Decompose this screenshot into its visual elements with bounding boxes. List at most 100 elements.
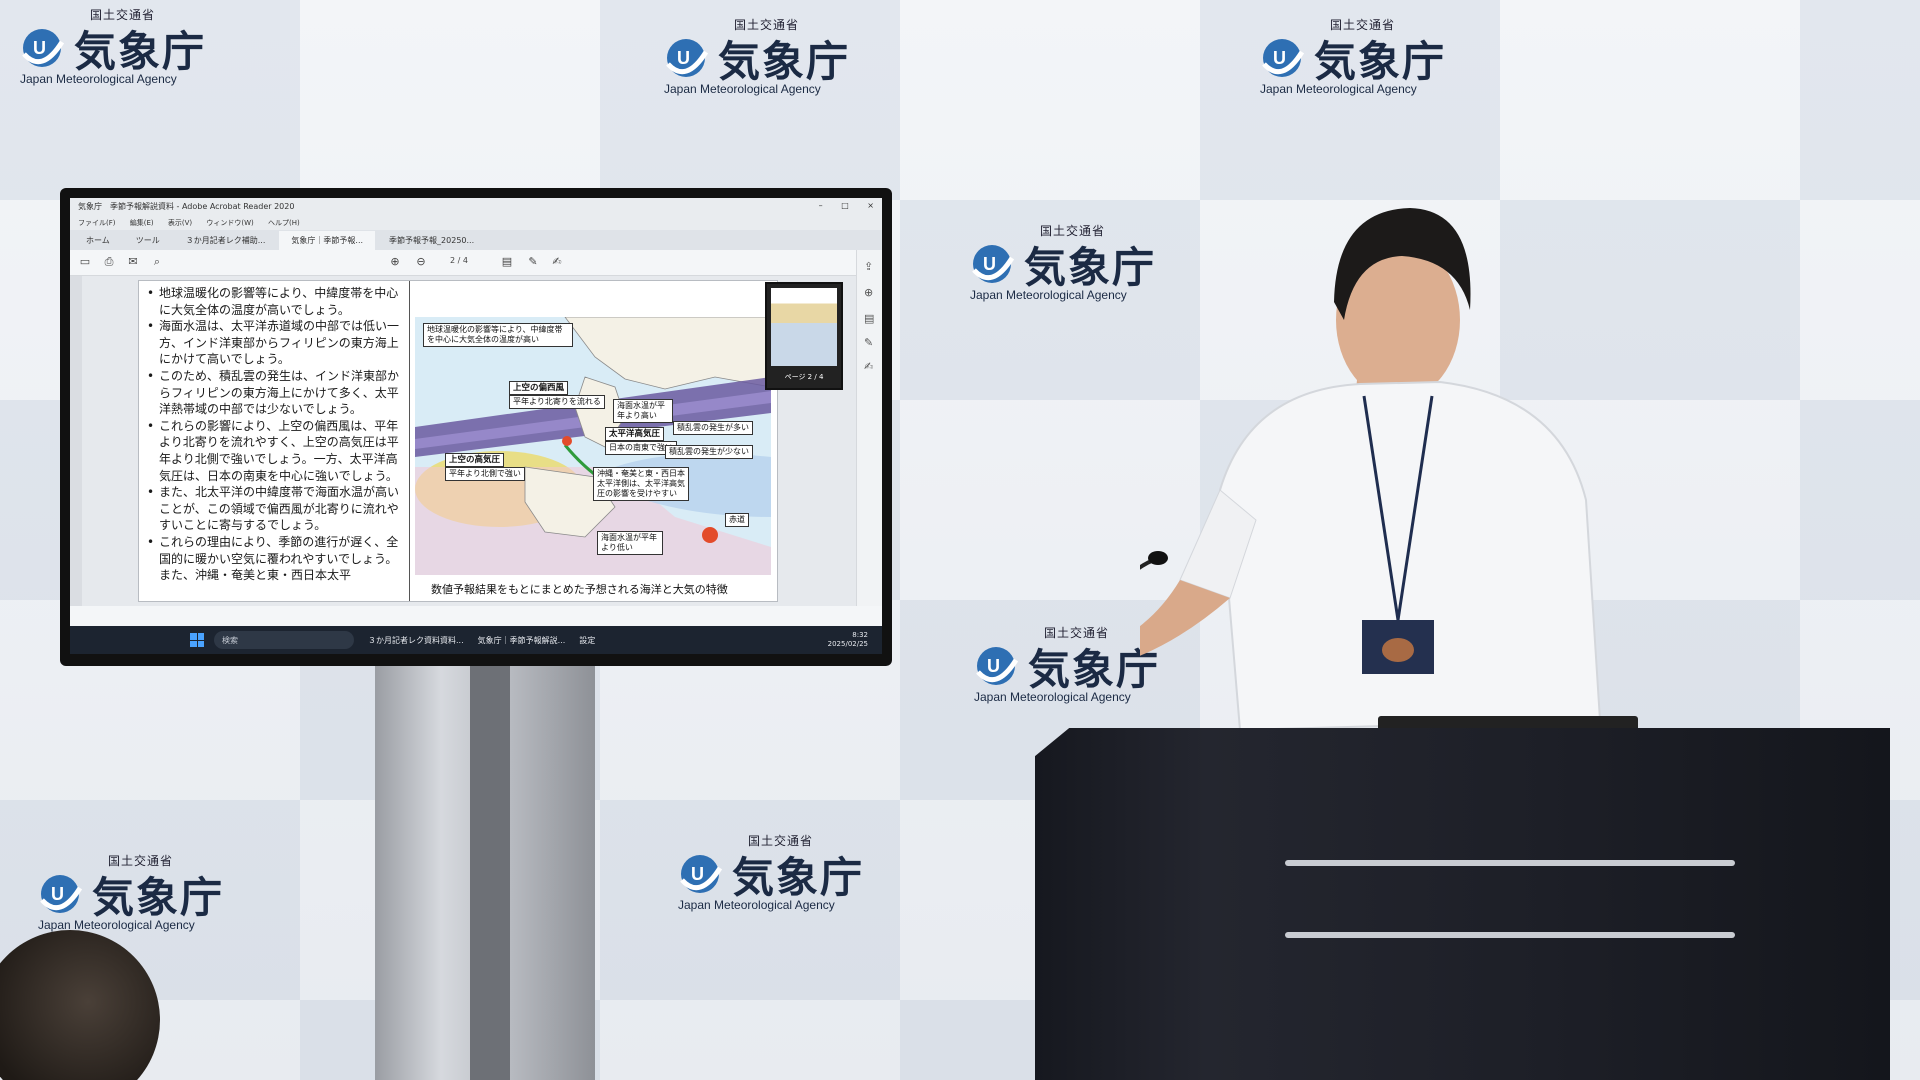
map-label-sst-high: 海面水温が平年より高い — [613, 399, 673, 423]
svg-text:U: U — [1273, 48, 1286, 68]
print-icon[interactable]: ⎙ — [102, 255, 116, 269]
left-panel-toggle[interactable] — [70, 276, 82, 606]
page-up-icon[interactable]: ⊕ — [388, 255, 402, 269]
taskbar-search-input[interactable]: 検索 — [214, 631, 354, 649]
agency-name-ja: 気象庁 — [732, 853, 865, 902]
svg-text:U: U — [51, 884, 64, 904]
agency-name-ja: 気象庁 — [1024, 243, 1157, 292]
thumbnail-label: ページ 2 / 4 — [784, 373, 824, 381]
podium — [1035, 728, 1890, 1080]
agency-name-en: Japan Meteorological Agency — [974, 690, 1131, 704]
pen-icon[interactable]: ✎ — [526, 255, 540, 269]
agency-name-en: Japan Meteorological Agency — [1260, 82, 1417, 96]
map-label-warming: 地球温暖化の影響等により、中緯度帯を中心に大気全体の温度が高い — [423, 323, 573, 347]
map-label-cloud-low: 積乱雲の発生が少ない — [665, 445, 753, 459]
minimize-button[interactable]: – — [819, 201, 823, 210]
menu-view[interactable]: 表示(V) — [168, 219, 192, 227]
map-label-westerly: 上空の偏西風 — [509, 381, 569, 395]
map-label-upper-high-sub: 平年より北側で強い — [445, 467, 525, 481]
list-item: これらの影響により、上空の偏西風は、平年より北寄りを流れやすく、上空の高気圧は平… — [145, 418, 407, 484]
fill-sign-icon[interactable]: ✍ — [864, 360, 873, 373]
pdf-reader-window: 気象庁 季節予報解説資料 - Adobe Acrobat Reader 2020… — [70, 198, 882, 654]
podium-stripe — [1285, 860, 1735, 866]
menu-window[interactable]: ウィンドウ(W) — [206, 219, 253, 227]
windows-start-icon[interactable] — [190, 633, 204, 647]
tab-document-2[interactable]: 気象庁｜季節予報... — [279, 231, 376, 250]
taskbar-app-3[interactable]: 設定 — [579, 635, 595, 646]
page-divider — [409, 281, 410, 601]
agency-name-en: Japan Meteorological Agency — [664, 82, 821, 96]
display-monitor: 気象庁 季節予報解説資料 - Adobe Acrobat Reader 2020… — [60, 188, 892, 666]
zoom-icon[interactable]: ⊕ — [864, 286, 873, 299]
jma-emblem-icon: U — [666, 39, 709, 77]
page-thumbnail[interactable]: ページ 2 / 4 — [765, 282, 843, 390]
clock-date: 2025/02/25 — [827, 640, 868, 648]
svg-text:U: U — [677, 48, 690, 68]
menu-edit[interactable]: 編集(E) — [130, 219, 154, 227]
map-label-pacific-high: 太平洋高気圧 — [605, 427, 665, 441]
tab-home[interactable]: ホーム — [74, 231, 122, 250]
svg-text:U: U — [983, 254, 996, 274]
taskbar-app-1[interactable]: ３か月記者レク資料資料... — [368, 635, 464, 646]
monitor-stand-inner — [470, 660, 510, 1080]
mail-icon[interactable]: ✉ — [126, 255, 140, 269]
list-item: また、北太平洋の中緯度帯で海面水温が高いことが、この領域で偏西風が北寄りに流れや… — [145, 484, 407, 534]
agency-name-ja: 気象庁 — [718, 37, 851, 86]
close-button[interactable]: × — [867, 201, 874, 210]
jma-logo: 国土交通省 U 気象庁 Japan Meteorological Agency — [18, 6, 228, 96]
maximize-button[interactable]: □ — [841, 201, 849, 210]
agency-name-en: Japan Meteorological Agency — [20, 72, 177, 86]
agency-name-ja: 気象庁 — [1314, 37, 1447, 86]
agency-name-en: Japan Meteorological Agency — [970, 288, 1127, 302]
jma-emblem-icon: U — [1262, 39, 1305, 77]
jma-emblem-icon: U — [680, 855, 723, 893]
jma-logo: 国土交通省 U 気象庁 Japan Meteorological Agency — [36, 852, 246, 942]
map-label-upper-high: 上空の高気圧 — [445, 453, 505, 467]
jma-emblem-icon: U — [22, 29, 65, 67]
menu-file[interactable]: ファイル(F) — [78, 219, 116, 227]
document-area: 地球温暖化の影響等により、中緯度帯を中心に大気全体の温度が高いでしょう。 海面水… — [70, 276, 865, 606]
search-icon[interactable]: ⌕ — [150, 255, 164, 269]
podium-stripe — [1285, 932, 1735, 938]
taskbar-app-2[interactable]: 気象庁｜季節予報解説... — [478, 635, 566, 646]
jma-logo: 国土交通省 U 気象庁 Japan Meteorological Agency — [676, 832, 886, 922]
tab-document-3[interactable]: 季節予報予報_20250... — [377, 231, 486, 250]
jma-emblem-icon: U — [972, 245, 1015, 283]
agency-name-ja: 気象庁 — [74, 27, 207, 76]
jma-logo: 国土交通省 U 気象庁 Japan Meteorological Agency — [1258, 16, 1468, 106]
agency-name-en: Japan Meteorological Agency — [678, 898, 835, 912]
forecast-map: 地球温暖化の影響等により、中緯度帯を中心に大気全体の温度が高い 上空の偏西風 平… — [415, 317, 771, 575]
sign-icon[interactable]: ✍ — [550, 255, 564, 269]
windows-taskbar: 検索 ３か月記者レク資料資料... 気象庁｜季節予報解説... 設定 8:32 … — [70, 626, 882, 654]
jma-emblem-icon: U — [40, 875, 83, 913]
save-icon[interactable]: ▭ — [78, 255, 92, 269]
page-down-icon[interactable]: ⊖ — [414, 255, 428, 269]
map-label-okinawa: 沖縄・奄美と東・西日本太平洋側は、太平洋高気圧の影響を受けやすい — [593, 467, 689, 501]
list-item: これらの理由により、季節の進行が遅く、全国的に暖かい空気に覆われやすいでしょう。… — [145, 534, 407, 584]
presenter-shirt — [1218, 380, 1602, 732]
map-label-cloud-high: 積乱雲の発生が多い — [673, 421, 753, 435]
thumbnail-preview — [771, 288, 837, 366]
system-tray-clock[interactable]: 8:32 2025/02/25 — [828, 631, 868, 649]
menu-bar: ファイル(F) 編集(E) 表示(V) ウィンドウ(W) ヘルプ(H) — [70, 216, 882, 230]
clock-time: 8:32 — [852, 631, 868, 639]
comment-icon[interactable]: ▤ — [500, 255, 514, 269]
tab-document-1[interactable]: ３か月記者レク補助... — [174, 231, 278, 250]
list-item: 海面水温は、太平洋赤道域の中部では低い一方、インド洋東部からフィリピンの東方海上… — [145, 318, 407, 368]
svg-text:U: U — [33, 38, 46, 58]
share-icon[interactable]: ⇪ — [864, 260, 873, 273]
tab-tools[interactable]: ツール — [124, 231, 172, 250]
list-item: 地球温暖化の影響等により、中緯度帯を中心に大気全体の温度が高いでしょう。 — [145, 285, 407, 318]
edit-icon[interactable]: ✎ — [864, 336, 873, 349]
tab-bar: ホーム ツール ３か月記者レク補助... 気象庁｜季節予報... 季節予報予報_… — [70, 230, 882, 250]
window-controls: – □ × — [803, 201, 874, 213]
menu-help[interactable]: ヘルプ(H) — [268, 219, 300, 227]
window-title: 気象庁 季節予報解説資料 - Adobe Acrobat Reader 2020 — [78, 202, 295, 211]
list-item: このため、積乱雲の発生は、インド洋東部からフィリピンの東方海上にかけて多く、太平… — [145, 368, 407, 418]
pdf-toolbar: ▭ ⎙ ✉ ⌕ ⊕ ⊖ 2 / 4 ▤ ✎ ✍ — [70, 250, 882, 276]
svg-text:U: U — [987, 656, 1000, 676]
jma-logo: 国土交通省 U 気象庁 Japan Meteorological Agency — [662, 16, 872, 106]
page-indicator[interactable]: 2 / 4 — [450, 256, 468, 265]
comment-panel-icon[interactable]: ▤ — [864, 312, 874, 325]
agency-name-ja: 気象庁 — [92, 873, 225, 922]
